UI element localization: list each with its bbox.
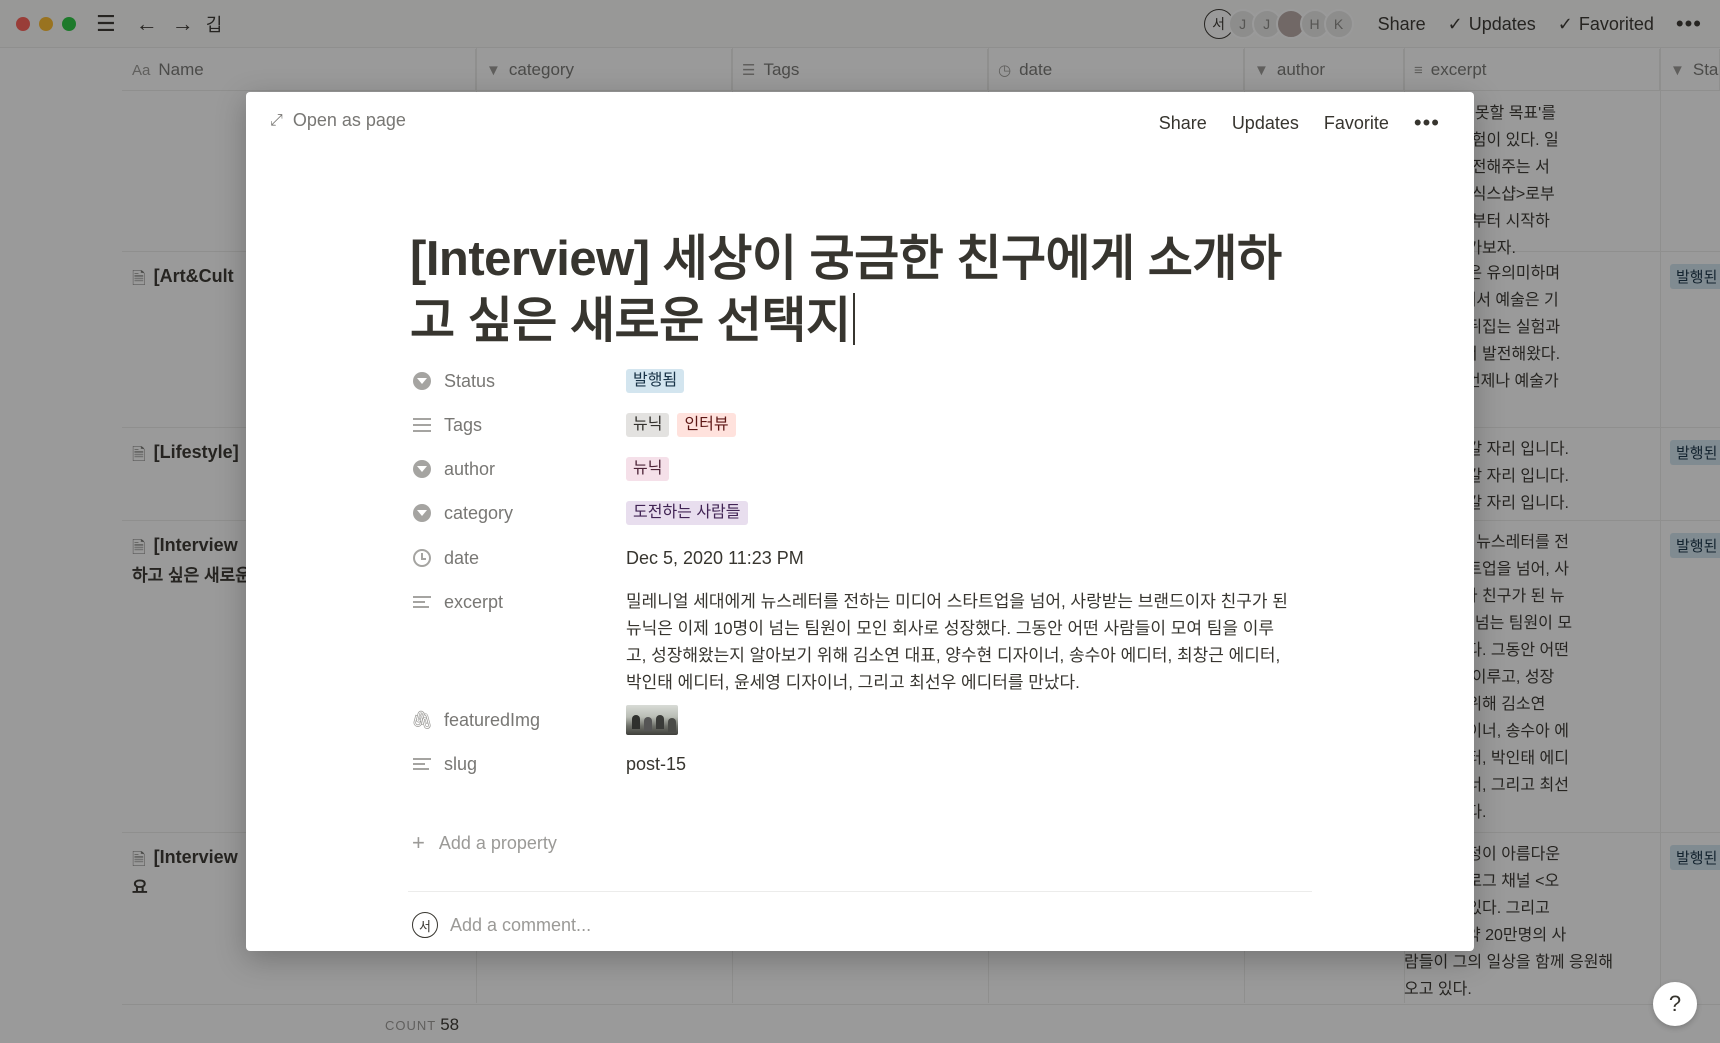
modal-actions: Share Updates Favorite ••• bbox=[1159, 110, 1440, 136]
property-value[interactable]: Dec 5, 2020 11:23 PM bbox=[626, 543, 804, 573]
property-value[interactable]: post-15 bbox=[626, 749, 686, 779]
list-icon bbox=[413, 418, 431, 432]
property-value[interactable]: 뉴닉 인터뷰 bbox=[626, 410, 736, 440]
property-value[interactable]: 도전하는 사람들 bbox=[626, 498, 748, 528]
author-tag: 뉴닉 bbox=[626, 457, 670, 481]
more-options-icon[interactable]: ••• bbox=[1414, 110, 1440, 136]
comment-input[interactable]: Add a comment... bbox=[450, 915, 591, 936]
property-label[interactable]: author bbox=[410, 454, 626, 484]
add-property-button[interactable]: + Add a property bbox=[412, 830, 557, 856]
property-tags[interactable]: Tags 뉴닉 인터뷰 bbox=[410, 410, 736, 440]
property-category[interactable]: category 도전하는 사람들 bbox=[410, 498, 748, 528]
open-as-page-label: Open as page bbox=[292, 110, 406, 130]
help-button[interactable]: ? bbox=[1653, 982, 1697, 1026]
page-peek-modal: ⤢ Open as page Share Updates Favorite ••… bbox=[246, 92, 1474, 951]
select-icon bbox=[413, 460, 431, 478]
modal-toolbar: ⤢ Open as page Share Updates Favorite ••… bbox=[246, 92, 1474, 152]
property-label[interactable]: excerpt bbox=[410, 587, 626, 617]
property-label-text: slug bbox=[444, 753, 478, 774]
page-title[interactable]: [Interview] 세상이 궁금한 친구에게 소개하고 싶은 새로운 선택지 bbox=[410, 228, 1290, 352]
property-author[interactable]: author 뉴닉 bbox=[410, 454, 670, 484]
excerpt-text: 밀레니얼 세대에게 뉴스레터를 전하는 미디어 스타트업을 넘어, 사랑받는 브… bbox=[626, 592, 1288, 692]
avatar: 서 bbox=[412, 912, 438, 938]
property-date[interactable]: date Dec 5, 2020 11:23 PM bbox=[410, 543, 804, 573]
property-value[interactable]: 발행됨 bbox=[626, 366, 685, 396]
property-label-text: Tags bbox=[444, 414, 483, 435]
share-button[interactable]: Share bbox=[1159, 113, 1207, 134]
comment-divider bbox=[408, 891, 1312, 892]
property-value[interactable]: 밀레니얼 세대에게 뉴스레터를 전하는 미디어 스타트업을 넘어, 사랑받는 브… bbox=[626, 587, 1292, 696]
comment-composer[interactable]: 서 Add a comment... bbox=[412, 912, 591, 938]
open-as-page-button[interactable]: ⤢ Open as page bbox=[270, 110, 406, 131]
select-icon bbox=[413, 504, 431, 522]
page-title-text[interactable]: [Interview] 세상이 궁금한 친구에게 소개하고 싶은 새로운 선택지 bbox=[410, 232, 1282, 348]
add-property-label: Add a property bbox=[438, 832, 557, 853]
property-label-text: category bbox=[444, 502, 514, 523]
property-excerpt[interactable]: excerpt 밀레니얼 세대에게 뉴스레터를 전하는 미디어 스타트업을 넘어… bbox=[410, 587, 1292, 696]
property-label[interactable]: category bbox=[410, 498, 626, 528]
property-label-text: Status bbox=[444, 370, 496, 391]
text-caret bbox=[852, 293, 855, 345]
tag-chip: 인터뷰 bbox=[677, 413, 736, 437]
property-label-text: date bbox=[444, 547, 480, 568]
property-label[interactable]: Tags bbox=[410, 410, 626, 440]
tag-chip: 뉴닉 bbox=[626, 413, 670, 437]
featured-image-thumbnail[interactable] bbox=[626, 705, 678, 735]
property-label[interactable]: date bbox=[410, 543, 626, 573]
category-tag: 도전하는 사람들 bbox=[626, 501, 748, 525]
property-status[interactable]: Status 발행됨 bbox=[410, 366, 685, 396]
status-tag: 발행됨 bbox=[626, 369, 685, 393]
paperclip-icon: 🖇 bbox=[410, 709, 434, 730]
property-label-text: author bbox=[444, 458, 496, 479]
clock-icon bbox=[413, 549, 431, 567]
property-label[interactable]: Status bbox=[410, 366, 626, 396]
property-value[interactable] bbox=[626, 705, 678, 735]
property-label-text: excerpt bbox=[444, 591, 504, 612]
lines-icon bbox=[413, 758, 431, 770]
property-label-text: featuredImg bbox=[444, 709, 541, 730]
lines-icon bbox=[413, 596, 431, 608]
property-label[interactable]: slug bbox=[410, 749, 626, 779]
expand-arrow-icon: ⤢ bbox=[270, 111, 283, 129]
select-icon bbox=[413, 372, 431, 390]
updates-button[interactable]: Updates bbox=[1232, 113, 1299, 134]
property-value[interactable]: 뉴닉 bbox=[626, 454, 670, 484]
favorite-button[interactable]: Favorite bbox=[1324, 113, 1389, 134]
property-slug[interactable]: slug post-15 bbox=[410, 749, 686, 779]
property-featuredImg[interactable]: 🖇 featuredImg bbox=[410, 705, 678, 735]
property-label[interactable]: 🖇 featuredImg bbox=[410, 705, 626, 735]
plus-icon: + bbox=[412, 830, 425, 855]
